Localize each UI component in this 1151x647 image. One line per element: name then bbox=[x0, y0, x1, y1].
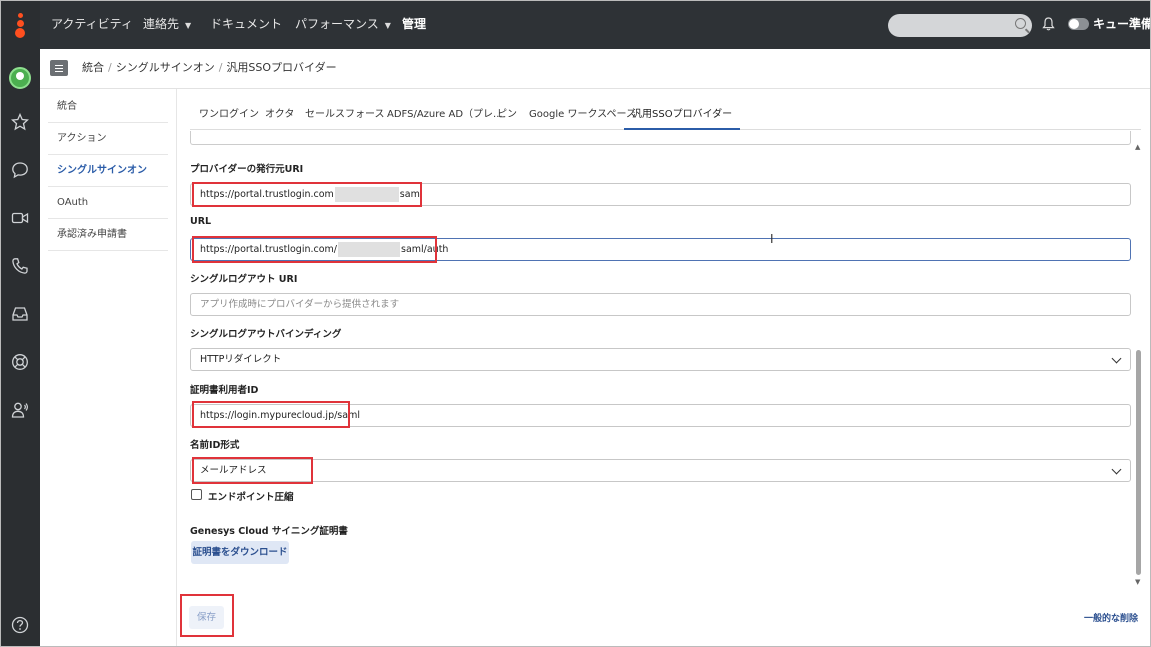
menu-line bbox=[55, 68, 63, 69]
cert-user-id-label: 証明書利用者ID bbox=[190, 385, 259, 396]
slo-binding-label: シングルログアウトバインディング bbox=[190, 329, 342, 340]
admin-subnav: 統合 アクション シングルサインオン OAuth 承認済み申請書 bbox=[40, 89, 177, 647]
chevron-down-icon bbox=[1111, 353, 1122, 364]
subnav-item-integrations[interactable]: 統合 bbox=[48, 91, 168, 123]
breadcrumb-separator: / bbox=[108, 61, 112, 74]
url-label: URL bbox=[190, 216, 212, 227]
previous-field-edge bbox=[190, 131, 1131, 145]
help-icon[interactable] bbox=[11, 616, 29, 634]
nav-label: 管理 bbox=[402, 17, 427, 31]
nameid-format-select[interactable]: メールアドレス bbox=[190, 459, 1131, 482]
slo-binding-value: HTTPリダイレクト bbox=[200, 354, 282, 365]
breadcrumb: 統合 / シングルサインオン / 汎用SSOプロバイダー bbox=[82, 49, 337, 87]
nameid-format-label: 名前ID形式 bbox=[190, 440, 240, 451]
queue-toggle[interactable] bbox=[1068, 18, 1089, 30]
inbox-icon[interactable] bbox=[11, 305, 29, 323]
tab-generic-sso[interactable]: 汎用SSOプロバイダー bbox=[624, 99, 741, 130]
genesys-logo[interactable] bbox=[0, 0, 40, 49]
slo-uri-input[interactable]: アプリ作成時にプロバイダーから提供されます bbox=[190, 293, 1131, 316]
nav-label: パフォーマンス bbox=[295, 17, 379, 31]
endpoint-compression-label: エンドポイント圧縮 bbox=[208, 492, 294, 503]
logo-dot bbox=[18, 13, 23, 18]
breadcrumb-item: 汎用SSOプロバイダー bbox=[226, 61, 337, 74]
highlight-box bbox=[180, 594, 234, 637]
endpoint-compression-checkbox[interactable] bbox=[191, 489, 202, 500]
left-rail bbox=[0, 49, 40, 647]
tab-google-workspace[interactable]: Google ワークスペース bbox=[529, 99, 636, 130]
download-certificate-button[interactable]: 証明書をダウンロード bbox=[191, 541, 289, 564]
logo-dot bbox=[17, 20, 24, 27]
queue-status-label: キュー準備中 bbox=[1093, 17, 1151, 31]
top-bar: アクティビティ 連絡先 ▼ ドキュメント パフォーマンス ▼ 管理 キュー準備中 bbox=[0, 0, 1151, 49]
issuer-uri-label: プロバイダーの発行元URI bbox=[190, 164, 304, 175]
scrollbar-thumb[interactable] bbox=[1136, 350, 1141, 575]
tab-adfs[interactable]: ADFS/Azure AD（プレ... bbox=[387, 99, 503, 130]
video-icon[interactable] bbox=[11, 209, 29, 227]
highlight-box bbox=[192, 236, 437, 263]
search-icon bbox=[1015, 18, 1026, 29]
nav-contacts[interactable]: 連絡先 ▼ bbox=[143, 0, 191, 49]
subnav-item-authorized-apps[interactable]: 承認済み申請書 bbox=[48, 219, 168, 251]
text-cursor-icon: Ⅰ bbox=[770, 232, 774, 246]
scroll-up-icon[interactable]: ▲ bbox=[1135, 143, 1140, 151]
speaker-user-icon[interactable] bbox=[11, 401, 29, 419]
lifebuoy-icon[interactable] bbox=[11, 353, 29, 371]
chevron-down-icon bbox=[1111, 464, 1122, 475]
subnav-item-oauth[interactable]: OAuth bbox=[48, 187, 168, 219]
signing-cert-label: Genesys Cloud サイニング証明書 bbox=[190, 526, 348, 537]
menu-line bbox=[55, 71, 63, 72]
tab-ping[interactable]: ピン bbox=[497, 99, 517, 130]
chat-icon[interactable] bbox=[11, 161, 29, 179]
menu-toggle-button[interactable] bbox=[50, 60, 68, 76]
phone-icon[interactable] bbox=[11, 257, 29, 275]
nav-label: アクティビティ bbox=[51, 17, 133, 31]
nav-performance[interactable]: パフォーマンス ▼ bbox=[295, 0, 391, 49]
breadcrumb-item[interactable]: 統合 bbox=[82, 61, 104, 74]
sso-provider-tabs: ワンログイン オクタ セールスフォース ADFS/Azure AD（プレ... … bbox=[190, 99, 1141, 130]
breadcrumb-bar: 統合 / シングルサインオン / 汎用SSOプロバイダー bbox=[40, 49, 1151, 89]
bell-icon[interactable] bbox=[1042, 17, 1055, 31]
menu-line bbox=[55, 65, 63, 66]
tab-okta[interactable]: オクタ bbox=[265, 99, 294, 130]
star-icon[interactable] bbox=[11, 113, 29, 131]
slo-binding-select[interactable]: HTTPリダイレクト bbox=[190, 348, 1131, 371]
scroll-down-icon[interactable]: ▼ bbox=[1135, 578, 1140, 586]
search-input[interactable] bbox=[888, 14, 1032, 37]
breadcrumb-item[interactable]: シングルサインオン bbox=[116, 61, 215, 74]
nav-admin[interactable]: 管理 bbox=[402, 0, 426, 49]
nav-label: 連絡先 bbox=[143, 17, 180, 31]
caret-down-icon: ▼ bbox=[185, 21, 192, 30]
highlight-box bbox=[192, 457, 313, 484]
nav-documents[interactable]: ドキュメント bbox=[210, 0, 282, 49]
delete-link[interactable]: 一般的な削除 bbox=[1084, 611, 1138, 624]
logo-dot bbox=[15, 28, 25, 38]
tab-onelogin[interactable]: ワンログイン bbox=[199, 99, 259, 130]
subnav-item-actions[interactable]: アクション bbox=[48, 123, 168, 155]
caret-down-icon: ▼ bbox=[384, 21, 391, 30]
nav-label: ドキュメント bbox=[210, 17, 283, 31]
highlight-box bbox=[192, 182, 422, 207]
tab-salesforce[interactable]: セールスフォース bbox=[305, 99, 385, 130]
nav-activity[interactable]: アクティビティ bbox=[51, 0, 133, 49]
breadcrumb-separator: / bbox=[218, 61, 223, 74]
subnav-item-sso[interactable]: シングルサインオン bbox=[48, 155, 168, 187]
avatar[interactable] bbox=[9, 67, 31, 89]
highlight-box bbox=[192, 401, 350, 428]
slo-uri-label: シングルログアウト URI bbox=[190, 274, 298, 285]
